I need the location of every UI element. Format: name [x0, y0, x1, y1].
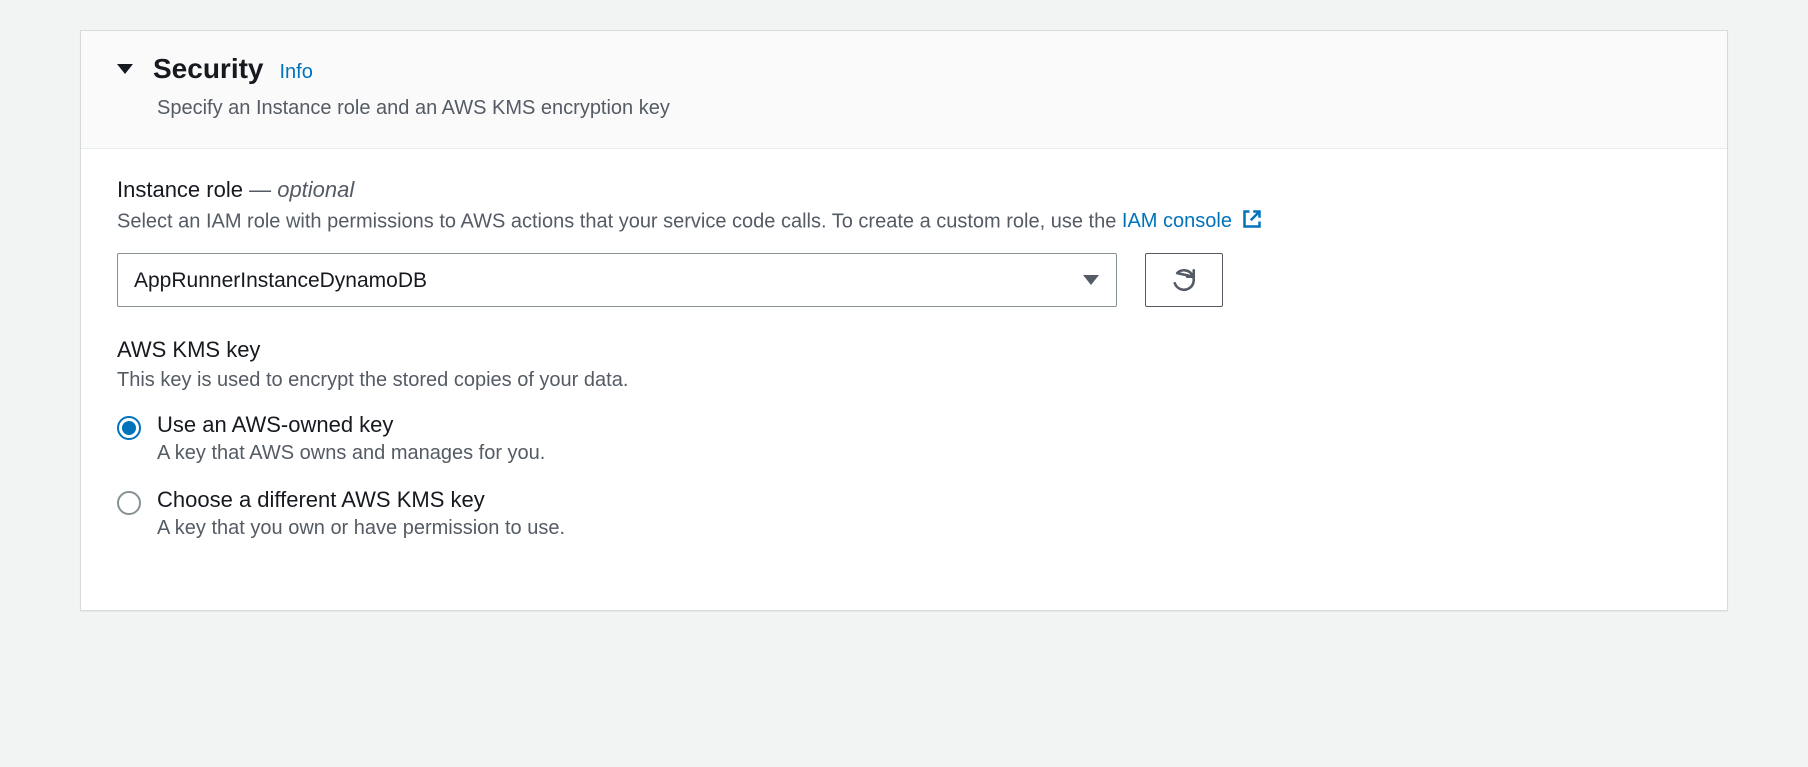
instance-role-block: Instance role — optional Select an IAM r…: [117, 177, 1691, 307]
instance-role-help: Select an IAM role with permissions to A…: [117, 209, 1691, 235]
radio-description: A key that you own or have permission to…: [157, 517, 1691, 540]
radio-description: A key that AWS owns and manages for you.: [157, 442, 1691, 465]
panel-body: Instance role — optional Select an IAM r…: [81, 149, 1727, 610]
instance-role-select-row: AppRunnerInstanceDynamoDB: [117, 253, 1691, 307]
collapse-caret-icon[interactable]: [117, 64, 133, 74]
kms-radio-aws-owned[interactable]: Use an AWS-owned key A key that AWS owns…: [117, 412, 1691, 465]
radio-content: Choose a different AWS KMS key A key tha…: [157, 487, 1691, 540]
kms-label: AWS KMS key: [117, 337, 1691, 363]
radio-label: Choose a different AWS KMS key: [157, 487, 1691, 513]
iam-console-link[interactable]: IAM console: [1122, 210, 1262, 232]
radio-content: Use an AWS-owned key A key that AWS owns…: [157, 412, 1691, 465]
info-link[interactable]: Info: [280, 61, 313, 84]
refresh-icon: [1171, 267, 1197, 293]
kms-radio-group: Use an AWS-owned key A key that AWS owns…: [117, 412, 1691, 540]
header-title-row: Security Info: [117, 53, 1691, 85]
kms-help: This key is used to encrypt the stored c…: [117, 369, 1691, 392]
kms-block: AWS KMS key This key is used to encrypt …: [117, 337, 1691, 540]
section-subtitle: Specify an Instance role and an AWS KMS …: [157, 97, 1691, 120]
instance-role-label-text: Instance role: [117, 177, 243, 202]
instance-role-select-wrapper: AppRunnerInstanceDynamoDB: [117, 253, 1117, 307]
instance-role-help-text: Select an IAM role with permissions to A…: [117, 210, 1122, 232]
iam-console-link-text: IAM console: [1122, 210, 1232, 232]
kms-radio-different-key[interactable]: Choose a different AWS KMS key A key tha…: [117, 487, 1691, 540]
instance-role-optional: — optional: [249, 177, 354, 202]
radio-label: Use an AWS-owned key: [157, 412, 1691, 438]
panel-header: Security Info Specify an Instance role a…: [81, 31, 1727, 149]
radio-icon: [117, 491, 141, 515]
section-title: Security: [153, 53, 264, 85]
external-link-icon: [1242, 209, 1262, 235]
security-panel: Security Info Specify an Instance role a…: [80, 30, 1728, 611]
refresh-button[interactable]: [1145, 253, 1223, 307]
instance-role-select[interactable]: AppRunnerInstanceDynamoDB: [117, 253, 1117, 307]
instance-role-label: Instance role — optional: [117, 177, 1691, 203]
radio-icon: [117, 416, 141, 440]
